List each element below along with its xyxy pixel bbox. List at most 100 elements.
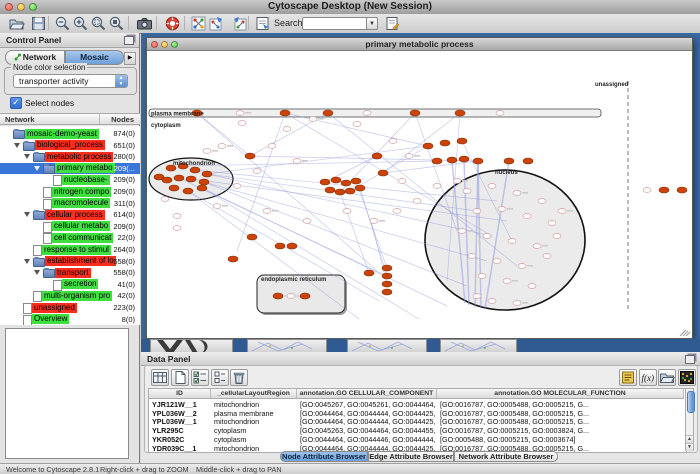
node-selected-orange[interactable] xyxy=(280,110,290,116)
node-selected-orange[interactable] xyxy=(455,110,465,116)
notes-icon[interactable] xyxy=(619,369,637,386)
cell[interactable]: [GO:0044464, GO:0044444, GO:0044425, G..… xyxy=(297,409,437,418)
tree-col-nodes[interactable]: Nodes xyxy=(111,115,134,124)
node-selected-orange[interactable] xyxy=(378,170,388,176)
cell[interactable]: cytoplasm xyxy=(211,426,297,435)
cell[interactable]: [GO:0044464, GO:0044446, GO:0044444, G..… xyxy=(297,435,437,444)
background-window-2[interactable] xyxy=(247,339,327,352)
cell[interactable]: [GO:0045263, GO:0044464, GO:0044455, G..… xyxy=(297,426,437,435)
node-selected-orange[interactable] xyxy=(504,158,514,164)
node-selected-orange[interactable] xyxy=(341,180,351,186)
cell[interactable]: [GO:0016787, GO:0005488, GO:0005215, G..… xyxy=(437,409,684,418)
node-selected-orange[interactable] xyxy=(186,176,196,182)
import-attrs-icon[interactable] xyxy=(658,369,676,386)
node-selected-orange[interactable] xyxy=(202,171,212,177)
matrix-icon[interactable] xyxy=(678,369,696,386)
tree-row-mosaic-demo-yeast[interactable]: mosaic-demo-yeast874(0) xyxy=(0,128,140,139)
node-selected-orange[interactable] xyxy=(382,265,392,271)
snapshot-icon[interactable] xyxy=(136,15,153,32)
column-header-3[interactable]: annotation.GO CELLULAR_COMPONENT xyxy=(297,389,437,399)
search-input[interactable] xyxy=(302,17,370,30)
node-selected-orange[interactable] xyxy=(473,158,483,164)
annotation-icon[interactable] xyxy=(384,15,401,32)
column-header-1[interactable]: ID xyxy=(149,389,211,399)
node-selected-orange[interactable] xyxy=(287,243,297,249)
zoom-selected-icon[interactable] xyxy=(90,15,107,32)
help-icon[interactable] xyxy=(164,15,181,32)
network-window-titlebar[interactable]: primary metabolic process xyxy=(147,38,692,51)
node-selected-orange[interactable] xyxy=(335,189,345,195)
tab-overflow-arrow[interactable]: ▶ xyxy=(124,52,136,65)
tree-row-cell-communicat[interactable]: cell communicat22(0) xyxy=(0,232,140,243)
cell[interactable]: [GO:0044464, GO:0044444, GO:0044425, G..… xyxy=(297,417,437,426)
node-selected-orange[interactable] xyxy=(162,177,172,183)
node-selected-orange[interactable] xyxy=(247,234,257,240)
tree-row-transport[interactable]: transport558(0) xyxy=(0,267,140,278)
function-builder-icon[interactable]: f(x) xyxy=(639,369,657,386)
node-selected-orange[interactable] xyxy=(190,167,200,173)
tree-row-overview[interactable]: Overview8(0) xyxy=(0,314,140,325)
vizmap-icon[interactable] xyxy=(231,15,248,32)
node-selected-orange[interactable] xyxy=(440,140,450,146)
node-selected-orange[interactable] xyxy=(423,143,433,149)
node-selected-orange[interactable] xyxy=(228,256,238,262)
node-selected-orange[interactable] xyxy=(197,185,207,191)
cell[interactable]: [GO:0005488, GO:0005215, GO:0003674] xyxy=(437,435,684,444)
disclosure-triangle-icon[interactable] xyxy=(34,166,40,171)
tree-row-nitrogen-compo[interactable]: nitrogen compo209(0) xyxy=(0,186,140,197)
tree-row-cellular-process[interactable]: cellular process614(0) xyxy=(0,209,140,220)
cell[interactable]: YLR295C xyxy=(149,426,211,435)
data-panel-float-icon[interactable] xyxy=(685,355,695,364)
node-selected-orange[interactable] xyxy=(345,188,355,194)
tree-row-nucleobase-[interactable]: nucleobase-209(0) xyxy=(0,174,140,185)
cell[interactable]: [GO:0045267, GO:0045261, GO:0044464, G..… xyxy=(297,400,437,409)
delete-attr-icon[interactable] xyxy=(230,369,248,386)
node-selected-orange[interactable] xyxy=(432,158,442,164)
tree-row-biological-process[interactable]: biological_process651(0) xyxy=(0,140,140,151)
color-attribute-dropdown[interactable]: transporter activity ▲▼ xyxy=(13,74,128,88)
cell[interactable]: [GO:0016787, GO:0005215, GO:0003824, G..… xyxy=(437,426,684,435)
layout-icon[interactable] xyxy=(208,15,225,32)
node-selected-orange[interactable] xyxy=(459,156,469,162)
cell[interactable]: [GO:0016787, GO:0005488, GO:0005215, G..… xyxy=(437,417,684,426)
node-selected-orange[interactable] xyxy=(275,243,285,249)
cell[interactable]: mitochondrion xyxy=(211,417,297,426)
open-icon[interactable] xyxy=(8,15,25,32)
import-table-icon[interactable] xyxy=(254,15,271,32)
cell[interactable]: [GO:0016787, GO:0005488, GO:0005215, G..… xyxy=(437,400,684,409)
cell[interactable]: YPL036W__2 xyxy=(149,409,211,418)
node-selected-orange[interactable] xyxy=(677,187,687,193)
node-selected-orange[interactable] xyxy=(457,138,467,144)
node-selected-orange[interactable] xyxy=(447,157,457,163)
scroll-down-icon[interactable]: ▼ xyxy=(686,443,693,451)
table-scrollbar[interactable]: ▲ ▼ xyxy=(685,388,694,451)
zoom-in-icon[interactable] xyxy=(72,15,89,32)
node-selected-orange[interactable] xyxy=(382,273,392,279)
node-selected-orange[interactable] xyxy=(355,185,365,191)
node-selected-orange[interactable] xyxy=(245,153,255,159)
disclosure-triangle-icon[interactable] xyxy=(24,154,30,159)
birds-eye-view[interactable] xyxy=(5,328,129,459)
node-selected-orange[interactable] xyxy=(364,270,374,276)
tree-row-multi-organism-pro[interactable]: multi-organism pro42(0) xyxy=(0,290,140,301)
node-selected-orange[interactable] xyxy=(659,187,669,193)
cell[interactable]: YKR052C xyxy=(149,435,211,444)
node-selected-orange[interactable] xyxy=(183,188,193,194)
tree-row-macromolecule[interactable]: macromolecule311(0) xyxy=(0,198,140,209)
background-window-4[interactable] xyxy=(440,339,517,352)
zoom-fit-icon[interactable] xyxy=(108,15,125,32)
disclosure-triangle-icon[interactable] xyxy=(24,259,30,264)
cell[interactable]: plasma membrane xyxy=(211,409,297,418)
tree-row-unassigned[interactable]: unassigned223(0) xyxy=(0,302,140,313)
node-selected-orange[interactable] xyxy=(372,153,382,159)
float-panel-icon[interactable] xyxy=(124,36,134,45)
tree-row-primary-metabo[interactable]: primary metabo209(... xyxy=(0,163,140,174)
background-window-3[interactable] xyxy=(347,339,427,352)
column-header-4[interactable]: annotation.GO MOLECULAR_FUNCTION xyxy=(437,389,684,399)
background-window-1[interactable] xyxy=(150,339,233,352)
tree-row-secretion[interactable]: secretion41(0) xyxy=(0,279,140,290)
tree-col-network[interactable]: Network xyxy=(5,115,35,124)
unselect-attrs-icon[interactable] xyxy=(211,369,229,386)
column-header-2[interactable]: _cellularLayoutRegion xyxy=(211,389,297,399)
scroll-up-icon[interactable]: ▲ xyxy=(686,435,693,443)
